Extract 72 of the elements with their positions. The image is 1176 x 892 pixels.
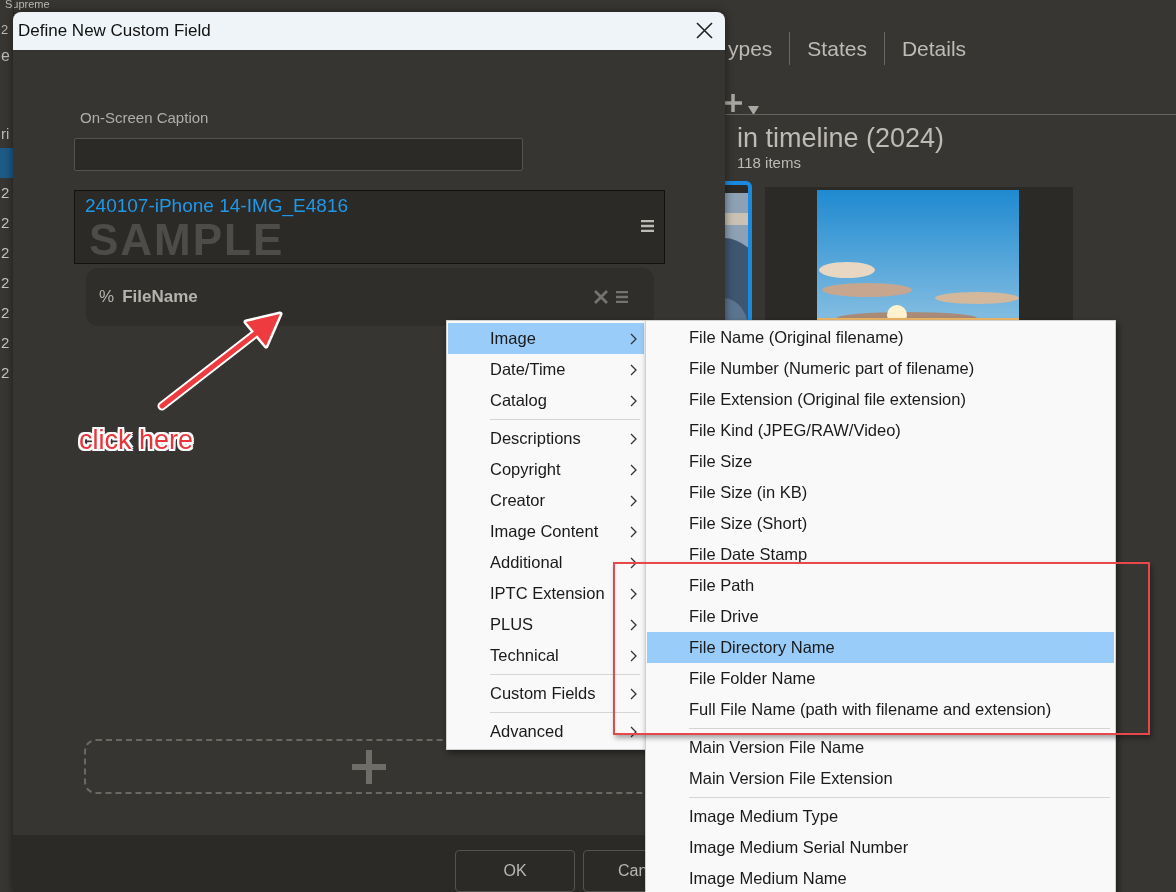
menu-item[interactable]: File Date Stamp: [647, 539, 1114, 570]
menu-item[interactable]: File Drive: [647, 601, 1114, 632]
menu-item[interactable]: Image Content: [448, 516, 644, 547]
remove-icon[interactable]: [594, 290, 608, 305]
menu-item[interactable]: File Extension (Original file extension): [647, 384, 1114, 415]
list-item[interactable]: 2: [0, 178, 13, 208]
menu-item[interactable]: Image: [448, 323, 644, 354]
menu-item[interactable]: Image Medium Type: [647, 801, 1114, 832]
section-label: e: [1, 46, 10, 66]
chevron-icon: [630, 464, 637, 476]
dropdown-caret-icon[interactable]: [748, 106, 759, 116]
tab[interactable]: Details: [901, 32, 967, 65]
chevron-icon: [630, 395, 637, 407]
chevron-icon: [630, 726, 637, 738]
menu-item[interactable]: Main Version File Name: [647, 732, 1114, 763]
close-icon[interactable]: [696, 22, 713, 40]
item-count: 118 items: [737, 153, 801, 173]
menu-item[interactable]: File Kind (JPEG/RAW/Video): [647, 415, 1114, 446]
menu-item[interactable]: Advanced: [448, 716, 644, 747]
menu-item[interactable]: File Directory Name: [647, 632, 1114, 663]
app-subtitle: 2: [1, 21, 9, 39]
list-item[interactable]: 2: [0, 208, 13, 238]
list-item[interactable]: 2: [0, 328, 13, 358]
token-label: FileName: [122, 286, 199, 309]
album-heading: in timeline (2024): [737, 122, 945, 155]
menu-item[interactable]: File Folder Name: [647, 663, 1114, 694]
list-item[interactable]: 2: [0, 238, 13, 268]
menu-item[interactable]: Creator: [448, 485, 644, 516]
menu-item[interactable]: IPTC Extension: [448, 578, 644, 609]
chevron-icon: [630, 650, 637, 662]
field-label: On-Screen Caption: [79, 107, 210, 128]
menu-item[interactable]: Custom Fields: [448, 678, 644, 709]
menu-item[interactable]: Date/Time: [448, 354, 644, 385]
menu-icon[interactable]: [641, 220, 654, 233]
preview-text: 240107-iPhone 14-IMG_E4816: [84, 194, 350, 219]
list-item[interactable]: 2: [0, 358, 13, 388]
menu-item[interactable]: Main Version File Extension: [647, 763, 1114, 794]
tab[interactable]: States: [807, 32, 867, 65]
menu-item[interactable]: Technical: [448, 640, 644, 671]
chevron-icon: [630, 619, 637, 631]
list-header: ri: [1, 124, 10, 144]
chevron-icon: [630, 526, 637, 538]
chevron-icon: [630, 688, 637, 700]
add-icon[interactable]: [724, 92, 743, 113]
menu-item[interactable]: File Size (Short): [647, 508, 1114, 539]
window-title: Define New Custom Field: [18, 20, 211, 43]
add-icon: [352, 749, 386, 784]
menu-item[interactable]: Descriptions: [448, 423, 644, 454]
chevron-icon: [630, 557, 637, 569]
list-item[interactable]: 2: [0, 298, 13, 328]
menu-item[interactable]: Full File Name (path with filename and extension): [647, 694, 1114, 725]
menu-item[interactable]: Catalog: [448, 385, 644, 416]
menu-item[interactable]: Copyright: [448, 454, 644, 485]
menu-item[interactable]: Additional: [448, 547, 644, 578]
menu-item[interactable]: File Number (Numeric part of filename): [647, 353, 1114, 384]
chevron-icon: [630, 495, 637, 507]
dialog-button[interactable]: OK: [455, 850, 575, 892]
menu-item[interactable]: File Path: [647, 570, 1114, 601]
token-prefix: %: [99, 286, 115, 309]
menu-item[interactable]: PLUS: [448, 609, 644, 640]
chevron-icon: [630, 433, 637, 445]
chevron-icon: [630, 333, 637, 345]
tab[interactable]: ypes: [728, 32, 773, 65]
menu-item[interactable]: File Size: [647, 446, 1114, 477]
menu-item[interactable]: File Size (in KB): [647, 477, 1114, 508]
list-item[interactable]: 2: [0, 268, 13, 298]
app-title: Supreme: [5, 0, 50, 11]
chevron-icon: [630, 364, 637, 376]
chevron-icon: [630, 588, 637, 600]
token-chip[interactable]: % FileName: [86, 268, 654, 327]
callout-text: click here: [79, 424, 194, 457]
caption-input[interactable]: [74, 138, 523, 172]
